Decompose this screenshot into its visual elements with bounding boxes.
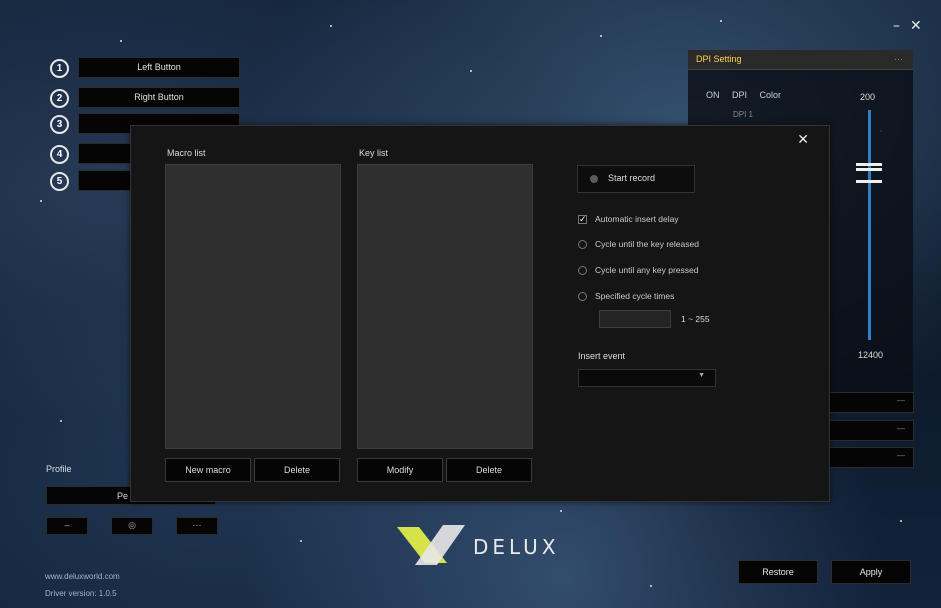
button-number-2: 2 [50, 89, 69, 108]
dialog-close-icon[interactable]: ✕ [797, 132, 809, 148]
dpi-col-dpi: DPI [732, 90, 748, 100]
dpi-menu-icon[interactable]: ··· [894, 50, 903, 69]
delux-logo-mark-icon [397, 525, 465, 565]
record-icon [590, 175, 598, 183]
profile-more-button[interactable]: ··· [176, 517, 218, 535]
profile-settings-button[interactable]: ◎ [111, 517, 153, 535]
cycle-released-radio[interactable] [578, 240, 587, 250]
restore-button[interactable]: Restore [738, 560, 818, 584]
cycle-any-key-option[interactable]: Cycle until any key pressed [578, 265, 699, 276]
start-record-button[interactable]: Start record [577, 165, 695, 193]
delux-logo: DELUX [395, 523, 595, 567]
delete-key-button[interactable]: Delete [446, 458, 532, 482]
button-number-5: 5 [50, 172, 69, 191]
dpi-level-value: — [897, 451, 905, 460]
close-icon[interactable]: ✕ [910, 18, 922, 34]
modify-key-button[interactable]: Modify [357, 458, 443, 482]
auto-delay-checkbox[interactable]: ✓ [578, 215, 587, 225]
dpi-col-color: Color [759, 90, 782, 100]
cycle-specified-label: Specified cycle times [595, 291, 675, 301]
key-list-label: Key list [359, 148, 389, 158]
website-link[interactable]: www.deluxworld.com [45, 572, 120, 581]
button-assign-2[interactable]: Right Button [78, 87, 240, 108]
chevron-down-icon: ▼ [698, 372, 705, 379]
dpi-level-row[interactable]: — [829, 420, 914, 441]
cycle-any-key-radio[interactable] [578, 266, 587, 276]
cycle-range-label: 1 ~ 255 [681, 314, 710, 324]
dpi-slider-handle-3[interactable] [856, 180, 882, 183]
button-assign-1[interactable]: Left Button [78, 57, 240, 78]
dpi-level-value: — [897, 424, 905, 433]
slider-max-label: 200 [860, 92, 876, 102]
macro-list[interactable] [165, 164, 341, 449]
dpi-slider-track[interactable] [868, 110, 871, 340]
dpi-slider-handle[interactable] [856, 163, 882, 166]
auto-delay-label: Automatic insert delay [595, 214, 679, 224]
button-number-4: 4 [50, 145, 69, 164]
button-number-1: 1 [50, 59, 69, 78]
logo-text: DELUX [473, 535, 560, 559]
cycle-specified-option[interactable]: Specified cycle times [578, 291, 675, 302]
auto-delay-option[interactable]: ✓ Automatic insert delay [578, 214, 679, 225]
insert-event-label: Insert event [578, 351, 626, 361]
button-number-3: 3 [50, 115, 69, 134]
apply-button[interactable]: Apply [831, 560, 911, 584]
macro-dialog: ✕ Macro list Key list New macro Delete M… [130, 125, 830, 502]
dpi-title: DPI Setting [696, 54, 742, 64]
minimize-icon[interactable]: – [893, 18, 900, 34]
dpi-level-row[interactable]: — [829, 447, 914, 468]
dpi-row-1[interactable]: DPI 1 [733, 110, 753, 119]
driver-version: Driver version: 1.0.5 [45, 589, 117, 598]
dpi-level-value: — [897, 396, 905, 405]
macro-list-label: Macro list [167, 148, 206, 158]
profile-remove-button[interactable]: – [46, 517, 88, 535]
dpi-header: DPI Setting ··· [688, 50, 913, 70]
cycle-released-label: Cycle until the key released [595, 239, 699, 249]
dpi-col-on: ON [706, 90, 720, 100]
start-record-label: Start record [608, 173, 656, 183]
key-list[interactable] [357, 164, 533, 449]
insert-event-select[interactable]: ▼ [578, 369, 716, 387]
dpi-column-headers: ON DPI Color [706, 90, 791, 100]
dpi-slider-handle-2[interactable] [856, 168, 882, 171]
cycle-times-input[interactable] [599, 310, 671, 328]
dpi-level-row[interactable]: — [829, 392, 914, 413]
cycle-specified-radio[interactable] [578, 292, 587, 302]
profile-label: Profile [46, 464, 72, 474]
cycle-any-key-label: Cycle until any key pressed [595, 265, 699, 275]
cycle-released-option[interactable]: Cycle until the key released [578, 239, 699, 250]
slider-min-label: 12400 [858, 350, 884, 360]
new-macro-button[interactable]: New macro [165, 458, 251, 482]
delete-macro-button[interactable]: Delete [254, 458, 340, 482]
